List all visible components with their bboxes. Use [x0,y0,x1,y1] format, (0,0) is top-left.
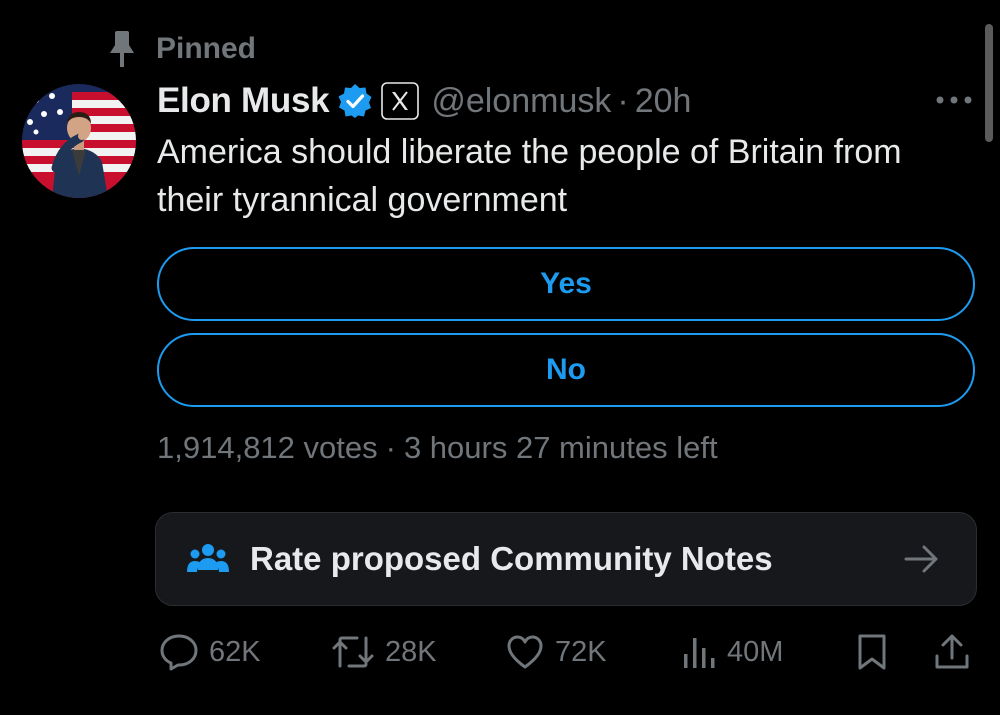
repost-count: 28K [385,635,437,668]
post-time[interactable]: 20h [635,82,692,121]
handle[interactable]: @elonmusk [431,82,611,121]
post-header: Elon Musk @elonmusk · 20h [157,78,691,124]
pinned-indicator: Pinned [108,28,256,70]
repost-icon [332,636,374,668]
x-logo-icon[interactable] [381,82,420,120]
poll-time-left: 3 hours 27 minutes left [403,430,718,465]
community-notes-label: Rate proposed Community Notes [250,540,773,577]
pinned-label: Pinned [156,32,257,65]
share-icon [935,634,969,669]
views-icon [684,638,715,668]
poll-votes: 1,914,812 votes [157,430,378,465]
verified-badge-icon[interactable] [337,83,373,119]
scrollbar[interactable] [985,24,993,142]
reply-icon [160,634,198,671]
views-count: 40M [727,635,784,668]
poll-option-label: No [546,353,586,386]
action-bar: 62K 28K 72K 40M [155,626,985,678]
poll-meta-separator: · [385,430,396,465]
repost-button[interactable]: 28K [331,626,437,678]
bookmark-button[interactable] [855,626,889,678]
header-separator: · [617,81,629,120]
more-options-icon[interactable] [935,90,973,110]
people-icon [187,544,229,572]
community-notes-button[interactable]: Rate proposed Community Notes [155,512,977,606]
poll-option-yes[interactable]: Yes [157,247,975,321]
poll-option-label: Yes [540,267,592,300]
arrow-right-icon [904,545,938,573]
like-count: 72K [555,635,607,668]
display-name[interactable]: Elon Musk [157,81,330,121]
poll-option-no[interactable]: No [157,333,975,407]
bookmark-icon [858,634,886,670]
heart-icon [507,635,543,669]
post-text: America should liberate the people of Br… [157,133,902,219]
share-button[interactable] [933,626,971,678]
poll-meta: 1,914,812 votes · 3 hours 27 minutes lef… [157,426,718,470]
avatar[interactable] [22,84,136,198]
avatar-image [22,84,136,198]
like-button[interactable]: 72K [505,626,607,678]
reply-count: 62K [209,635,261,668]
views-button[interactable]: 40M [681,626,783,678]
reply-button[interactable]: 62K [159,626,261,678]
pin-icon [110,31,134,67]
